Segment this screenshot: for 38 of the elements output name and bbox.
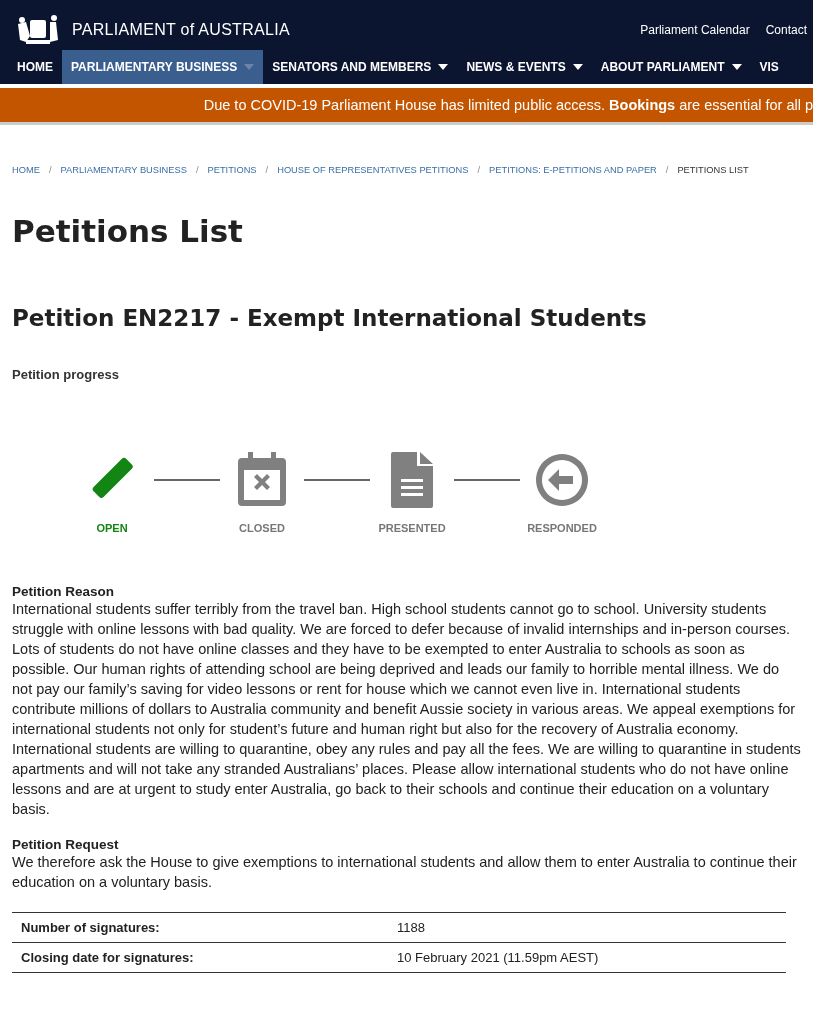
site-title: PARLIAMENT of AUSTRALIA — [72, 21, 290, 39]
utility-link[interactable]: Parliament Calendar — [640, 23, 750, 37]
breadcrumb-link[interactable]: PARLIAMENTARY BUSINESS — [60, 165, 187, 175]
step-label: OPEN — [96, 522, 128, 534]
document-icon — [391, 452, 433, 508]
progress-label: Petition progress — [12, 367, 120, 382]
breadcrumb-separator: / — [265, 165, 269, 175]
breadcrumb-separator: / — [477, 165, 481, 175]
breadcrumb-separator: / — [195, 165, 199, 175]
detail-value: 10 February 2021 (11.59pm AEST) — [397, 950, 600, 965]
nav-tab[interactable]: PARLIAMENTARY BUSINESS — [62, 50, 264, 84]
nav-tab[interactable]: ABOUT PARLIAMENT — [591, 50, 751, 84]
breadcrumb-link[interactable]: HOME — [12, 165, 40, 175]
step-label: RESPONDED — [527, 522, 597, 534]
breadcrumb-link[interactable]: PETITIONS: E-PETITIONS AND PAPER — [489, 165, 657, 175]
breadcrumb-separator: / — [48, 165, 52, 175]
detail-value: 1188 — [397, 920, 426, 935]
nav-tab[interactable]: HOME — [8, 50, 62, 84]
alert-text: Due to COVID-19 Parliament House has limited public access. Bookings are essential for all p — [203, 97, 813, 113]
step-label: PRESENTED — [378, 522, 446, 534]
utility-link[interactable]: Contact — [765, 23, 807, 37]
nav-tab[interactable]: NEWS & EVENTS — [457, 50, 592, 84]
detail-label: Closing date for signatures: — [21, 950, 195, 965]
section-text: We therefore ask the House to give exemptions to international students and allow them to enter Australia to continue their education on a voluntary basis. — [12, 853, 798, 892]
breadcrumb-link[interactable]: HOUSE OF REPRESENTATIVES PETITIONS — [277, 165, 469, 175]
breadcrumb-separator: / — [665, 165, 669, 175]
section-heading: Petition Request — [12, 837, 120, 852]
section-heading: Petition Reason — [12, 584, 115, 599]
page-title: Petitions List — [12, 213, 244, 249]
detail-label: Number of signatures: — [21, 920, 161, 935]
breadcrumb-link[interactable]: PETITIONS — [207, 165, 257, 175]
nav-tab[interactable]: SENATORS AND MEMBERS — [263, 50, 458, 84]
calendar-x-icon — [238, 452, 286, 508]
petition-title: Petition EN2217 - Exempt International Students — [12, 305, 648, 331]
step-label: CLOSED — [239, 522, 285, 534]
section-text: International students suffer terribly from the travel ban. High school students cannot go to school. University students struggle with online lessons with bad quality. We are forced to defer because of invalid internships and in-person courses. Lots of students do not have online classes and they have to be exempted to enter Australia to schools as soon as possible. Our human rights of attending school are being deprived and leads our family to horrible mental illness. We do not pay our family’s saving for video lessons or rent for house which we cannot even live in. International students contribute millions of dollars to Australia community and benefit Aussie society in various areas. We appeal exemptions for international students not only for student’s future and human right but also for the recovery of Australia economy. International students are willing to quarantine, obey any rules and pay all the fees. We are willing to quarantine in students apartments and will not take any stranded Australians’ places. Please allow international students who do not have online lessons and are at urgent to study enter Australia, go back to their schools and continue their education on a voluntary basis. — [12, 600, 801, 819]
nav-tab[interactable]: VIS — [750, 50, 788, 84]
current-page-label: PETITIONS LIST — [677, 165, 749, 175]
